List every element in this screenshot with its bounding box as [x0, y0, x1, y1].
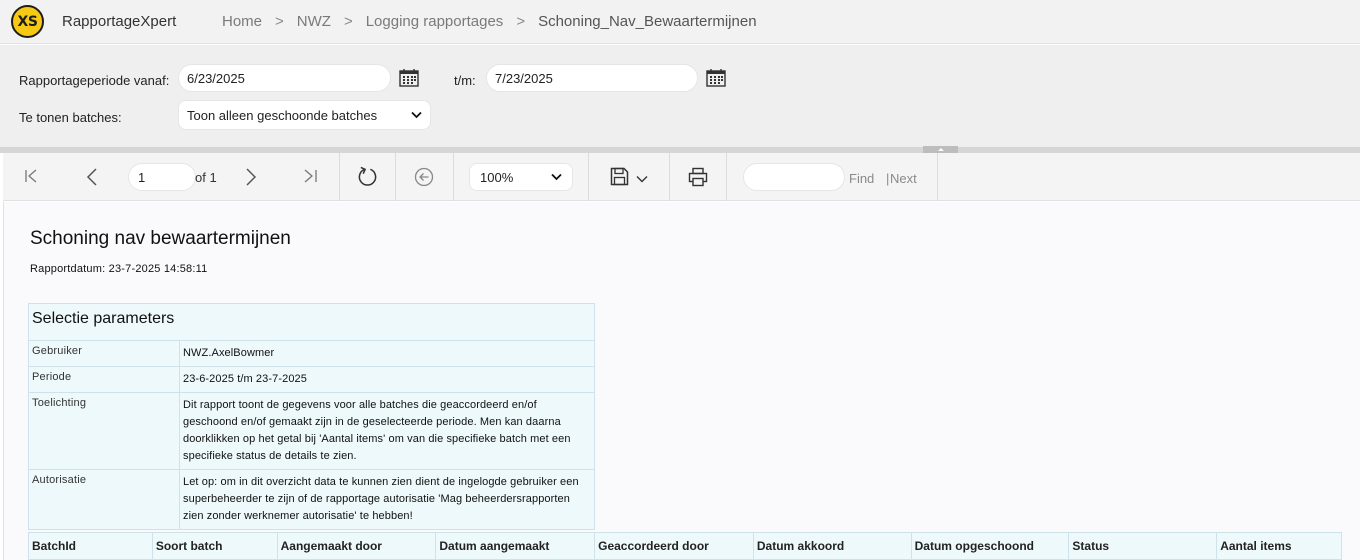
table-row: Autorisatie Let op: om in dit overzicht …	[29, 470, 594, 529]
toolbar-separator	[726, 153, 727, 201]
calendar-icon[interactable]	[399, 69, 419, 87]
param-value: Dit rapport toont de gegevens voor alle …	[183, 399, 571, 462]
save-icon[interactable]	[610, 167, 629, 186]
collapse-arrow-icon	[937, 148, 944, 151]
last-page-icon[interactable]	[302, 168, 318, 184]
calendar-icon[interactable]	[706, 69, 726, 87]
report-title: Schoning nav bewaartermijnen	[30, 228, 291, 249]
column-header-batchid: BatchId	[29, 533, 153, 559]
app-logo[interactable]: XS	[11, 5, 44, 38]
column-header-status: Status	[1069, 533, 1218, 559]
find-input[interactable]	[743, 163, 845, 191]
report-viewer: Schoning nav bewaartermijnen Rapportdatu…	[3, 202, 1360, 560]
toolbar-separator	[339, 153, 340, 201]
page-count: of 1	[195, 170, 217, 185]
page-number-input[interactable]	[128, 163, 196, 191]
param-value: NWZ.AxelBowmer	[183, 347, 275, 359]
param-key: Autorisatie	[29, 470, 180, 529]
refresh-icon[interactable]	[357, 166, 378, 187]
param-key: Toelichting	[29, 393, 180, 469]
find-separator: |	[886, 171, 890, 186]
table-row: Gebruiker NWZ.AxelBowmer	[29, 341, 594, 367]
column-header-geaccordeerd-door: Geaccordeerd door	[595, 533, 754, 559]
collapse-parameters-button[interactable]	[923, 146, 958, 153]
breadcrumb-logging-rapportages[interactable]: Logging rapportages	[366, 13, 504, 30]
batches-label: Te tonen batches:	[19, 110, 122, 125]
toolbar-separator	[453, 153, 454, 201]
param-key: Gebruiker	[29, 341, 180, 366]
toolbar-separator	[395, 153, 396, 201]
column-header-datum-akkoord: Datum akkoord	[754, 533, 912, 559]
next-page-icon[interactable]	[244, 167, 258, 187]
selection-parameters-header: Selectie parameters	[29, 304, 594, 341]
chevron-down-icon	[551, 173, 562, 181]
column-header-datum-aangemaakt: Datum aangemaakt	[436, 533, 596, 559]
batches-select[interactable]: Toon alleen geschoonde batches	[178, 100, 431, 130]
period-from-input[interactable]	[178, 64, 391, 92]
breadcrumb-separator: >	[275, 13, 284, 30]
report-toolbar: of 1 100% Find | Next	[3, 153, 1360, 201]
back-icon[interactable]	[414, 167, 434, 187]
column-header-datum-opgeschoond: Datum opgeschoond	[912, 533, 1070, 559]
logo-text: XS	[17, 13, 38, 30]
first-page-icon[interactable]	[24, 168, 40, 184]
zoom-value: 100%	[480, 169, 514, 185]
param-key: Periode	[29, 367, 180, 392]
breadcrumb: Home > NWZ > Logging rapportages > Schon…	[222, 13, 757, 30]
table-row: Toelichting Dit rapport toont de gegeven…	[29, 393, 594, 470]
top-bar: XS RapportageXpert Home > NWZ > Logging …	[0, 0, 1360, 44]
toolbar-separator	[669, 153, 670, 201]
period-to-label: t/m:	[454, 73, 476, 88]
selection-parameters-table: Selectie parameters Gebruiker NWZ.AxelBo…	[28, 303, 595, 530]
param-value: 23-6-2025 t/m 23-7-2025	[183, 373, 307, 385]
toolbar-separator	[588, 153, 589, 201]
parameter-panel: Rapportageperiode vanaf: t/m: Te tonen b…	[0, 45, 1360, 147]
data-table-header: BatchId Soort batch Aangemaakt door Datu…	[28, 532, 1342, 560]
toolbar-separator	[937, 153, 938, 201]
column-header-aantal-items: Aantal items	[1220, 539, 1292, 553]
previous-page-icon[interactable]	[85, 167, 99, 187]
find-button[interactable]: Find	[849, 171, 874, 186]
batches-select-value: Toon alleen geschoonde batches	[187, 107, 378, 123]
period-to-input[interactable]	[486, 64, 698, 92]
report-date-value: 23-7-2025 14:58:11	[108, 263, 208, 275]
app-title[interactable]: RapportageXpert	[62, 13, 176, 30]
chevron-down-icon	[411, 111, 422, 119]
column-header-soort-batch: Soort batch	[153, 533, 278, 559]
column-header-aangemaakt-door: Aangemaakt door	[278, 533, 437, 559]
print-icon[interactable]	[688, 167, 708, 187]
breadcrumb-separator: >	[516, 13, 526, 30]
breadcrumb-nwz[interactable]: NWZ	[297, 13, 331, 30]
chevron-down-icon[interactable]	[636, 175, 648, 183]
breadcrumb-separator: >	[343, 13, 353, 30]
breadcrumb-current: Schoning_Nav_Bewaartermijnen	[538, 13, 757, 30]
next-button[interactable]: Next	[890, 171, 917, 186]
zoom-select[interactable]: 100%	[469, 163, 573, 191]
param-value: Let op: om in dit overzicht data te kunn…	[183, 476, 579, 522]
report-date: Rapportdatum: 23-7-2025 14:58:11	[30, 263, 207, 275]
period-from-label: Rapportageperiode vanaf:	[19, 73, 170, 88]
table-row: Periode 23-6-2025 t/m 23-7-2025	[29, 367, 594, 393]
report-date-label: Rapportdatum:	[30, 263, 106, 275]
breadcrumb-home[interactable]: Home	[222, 13, 262, 30]
